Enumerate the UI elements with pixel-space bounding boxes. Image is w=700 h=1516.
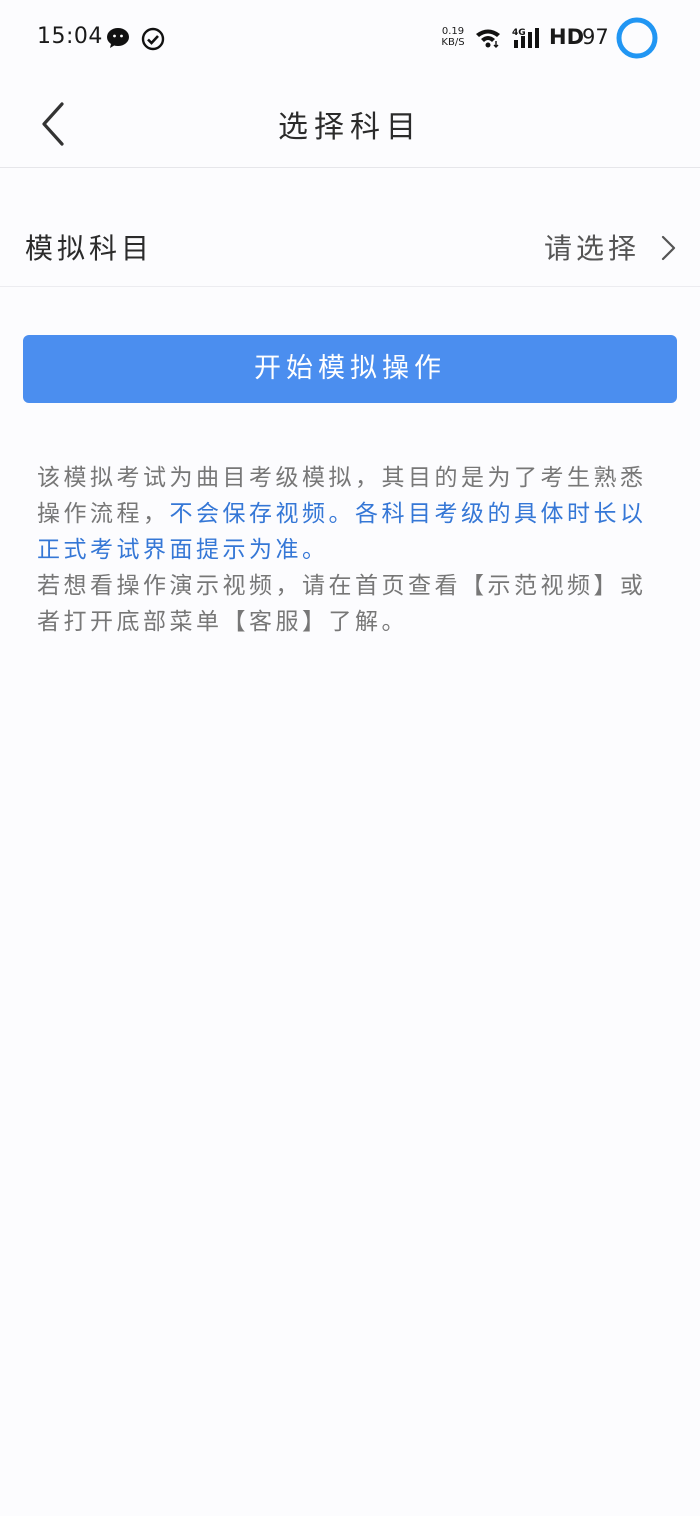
battery-level: 97	[582, 25, 609, 49]
notice-paragraph-2: 若想看操作演示视频，请在首页查看【示范视频】或者打开底部菜单【客服】了解。	[37, 573, 647, 635]
start-simulation-button[interactable]: 开始模拟操作	[23, 335, 677, 403]
notice-text: 该模拟考试为曲目考级模拟，其目的是为了考生熟悉操作流程，不会保存视频。各科目考级…	[37, 460, 667, 640]
signal-4g-icon: 4G	[512, 28, 539, 48]
notice-paragraph-1: 该模拟考试为曲目考级模拟，其目的是为了考生熟悉操作流程，不会保存视频。各科目考级…	[37, 460, 667, 568]
battery-ring-icon	[616, 17, 658, 59]
net-speed-value: 0.19	[441, 26, 465, 37]
status-time: 15:04	[37, 24, 103, 49]
net-speed: 0.19 KB/S	[436, 26, 470, 48]
wifi-icon	[476, 29, 500, 48]
net-speed-unit: KB/S	[441, 37, 465, 48]
hd-indicator: HD	[549, 25, 585, 49]
subject-select-row[interactable]: 模拟科目 请选择	[0, 205, 700, 287]
subject-value: 请选择	[543, 232, 640, 265]
subject-label: 模拟科目	[25, 232, 154, 265]
check-circle-icon	[141, 27, 165, 51]
wechat-icon	[107, 28, 129, 48]
chevron-right-icon	[661, 235, 676, 261]
status-bar: 15:04 0.19 KB/S 4G HD 97	[0, 0, 700, 80]
nav-header: 选择科目	[0, 80, 700, 168]
page-title: 选择科目	[278, 110, 422, 145]
